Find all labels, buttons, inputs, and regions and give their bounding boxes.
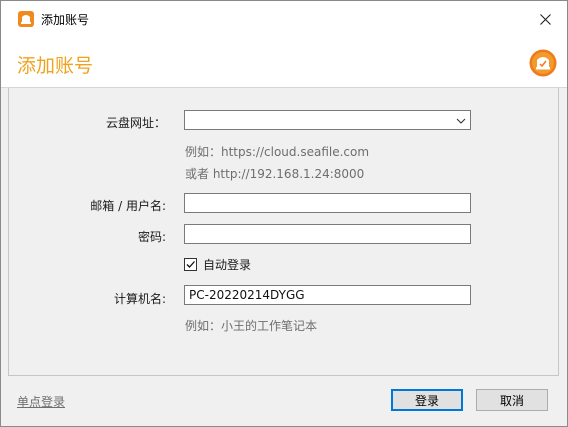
title-bar: 添加账号: [1, 1, 567, 37]
auto-login-checkbox[interactable]: [184, 258, 197, 271]
server-url-label: 云盘网址：: [105, 116, 166, 130]
checkmark-icon: [186, 261, 195, 268]
login-button[interactable]: 登录: [391, 389, 463, 411]
cancel-button[interactable]: 取消: [476, 389, 548, 411]
sso-login-link[interactable]: 单点登录: [17, 393, 65, 410]
dialog-footer: 单点登录 登录 取消: [1, 376, 567, 426]
banner-title: 添加账号: [17, 55, 94, 77]
server-url-hint-example: 例如：https://cloud.seafile.com: [185, 145, 370, 159]
computer-name-input[interactable]: [184, 285, 471, 305]
add-account-dialog: 添加账号 添加账号 云盘网址： 例如：https://cloud.seafile…: [0, 0, 568, 427]
close-button[interactable]: [523, 1, 567, 37]
auto-login-option[interactable]: 自动登录: [184, 256, 251, 273]
auto-login-label[interactable]: 自动登录: [203, 256, 251, 273]
window-title: 添加账号: [41, 13, 90, 27]
server-url-hint-or: 或者 http://192.168.1.24:8000: [185, 167, 365, 181]
computer-name-label: 计算机名:: [113, 292, 166, 306]
header-banner: 添加账号: [1, 37, 567, 88]
account-form: 云盘网址： 例如：https://cloud.seafile.com 或者 ht…: [8, 88, 559, 376]
seafile-app-icon: [17, 10, 35, 28]
server-url-input[interactable]: [185, 111, 450, 129]
username-label: 邮箱 / 用户名:: [90, 199, 166, 213]
close-icon: [539, 13, 551, 25]
computer-name-hint: 例如：小王的工作笔记本: [185, 319, 318, 333]
username-input[interactable]: [184, 193, 471, 213]
password-label: 密码:: [137, 230, 166, 244]
password-input[interactable]: [184, 224, 471, 244]
seafile-logo-icon: [529, 49, 557, 77]
server-url-combobox[interactable]: [184, 110, 471, 130]
chevron-down-icon[interactable]: [456, 115, 466, 125]
